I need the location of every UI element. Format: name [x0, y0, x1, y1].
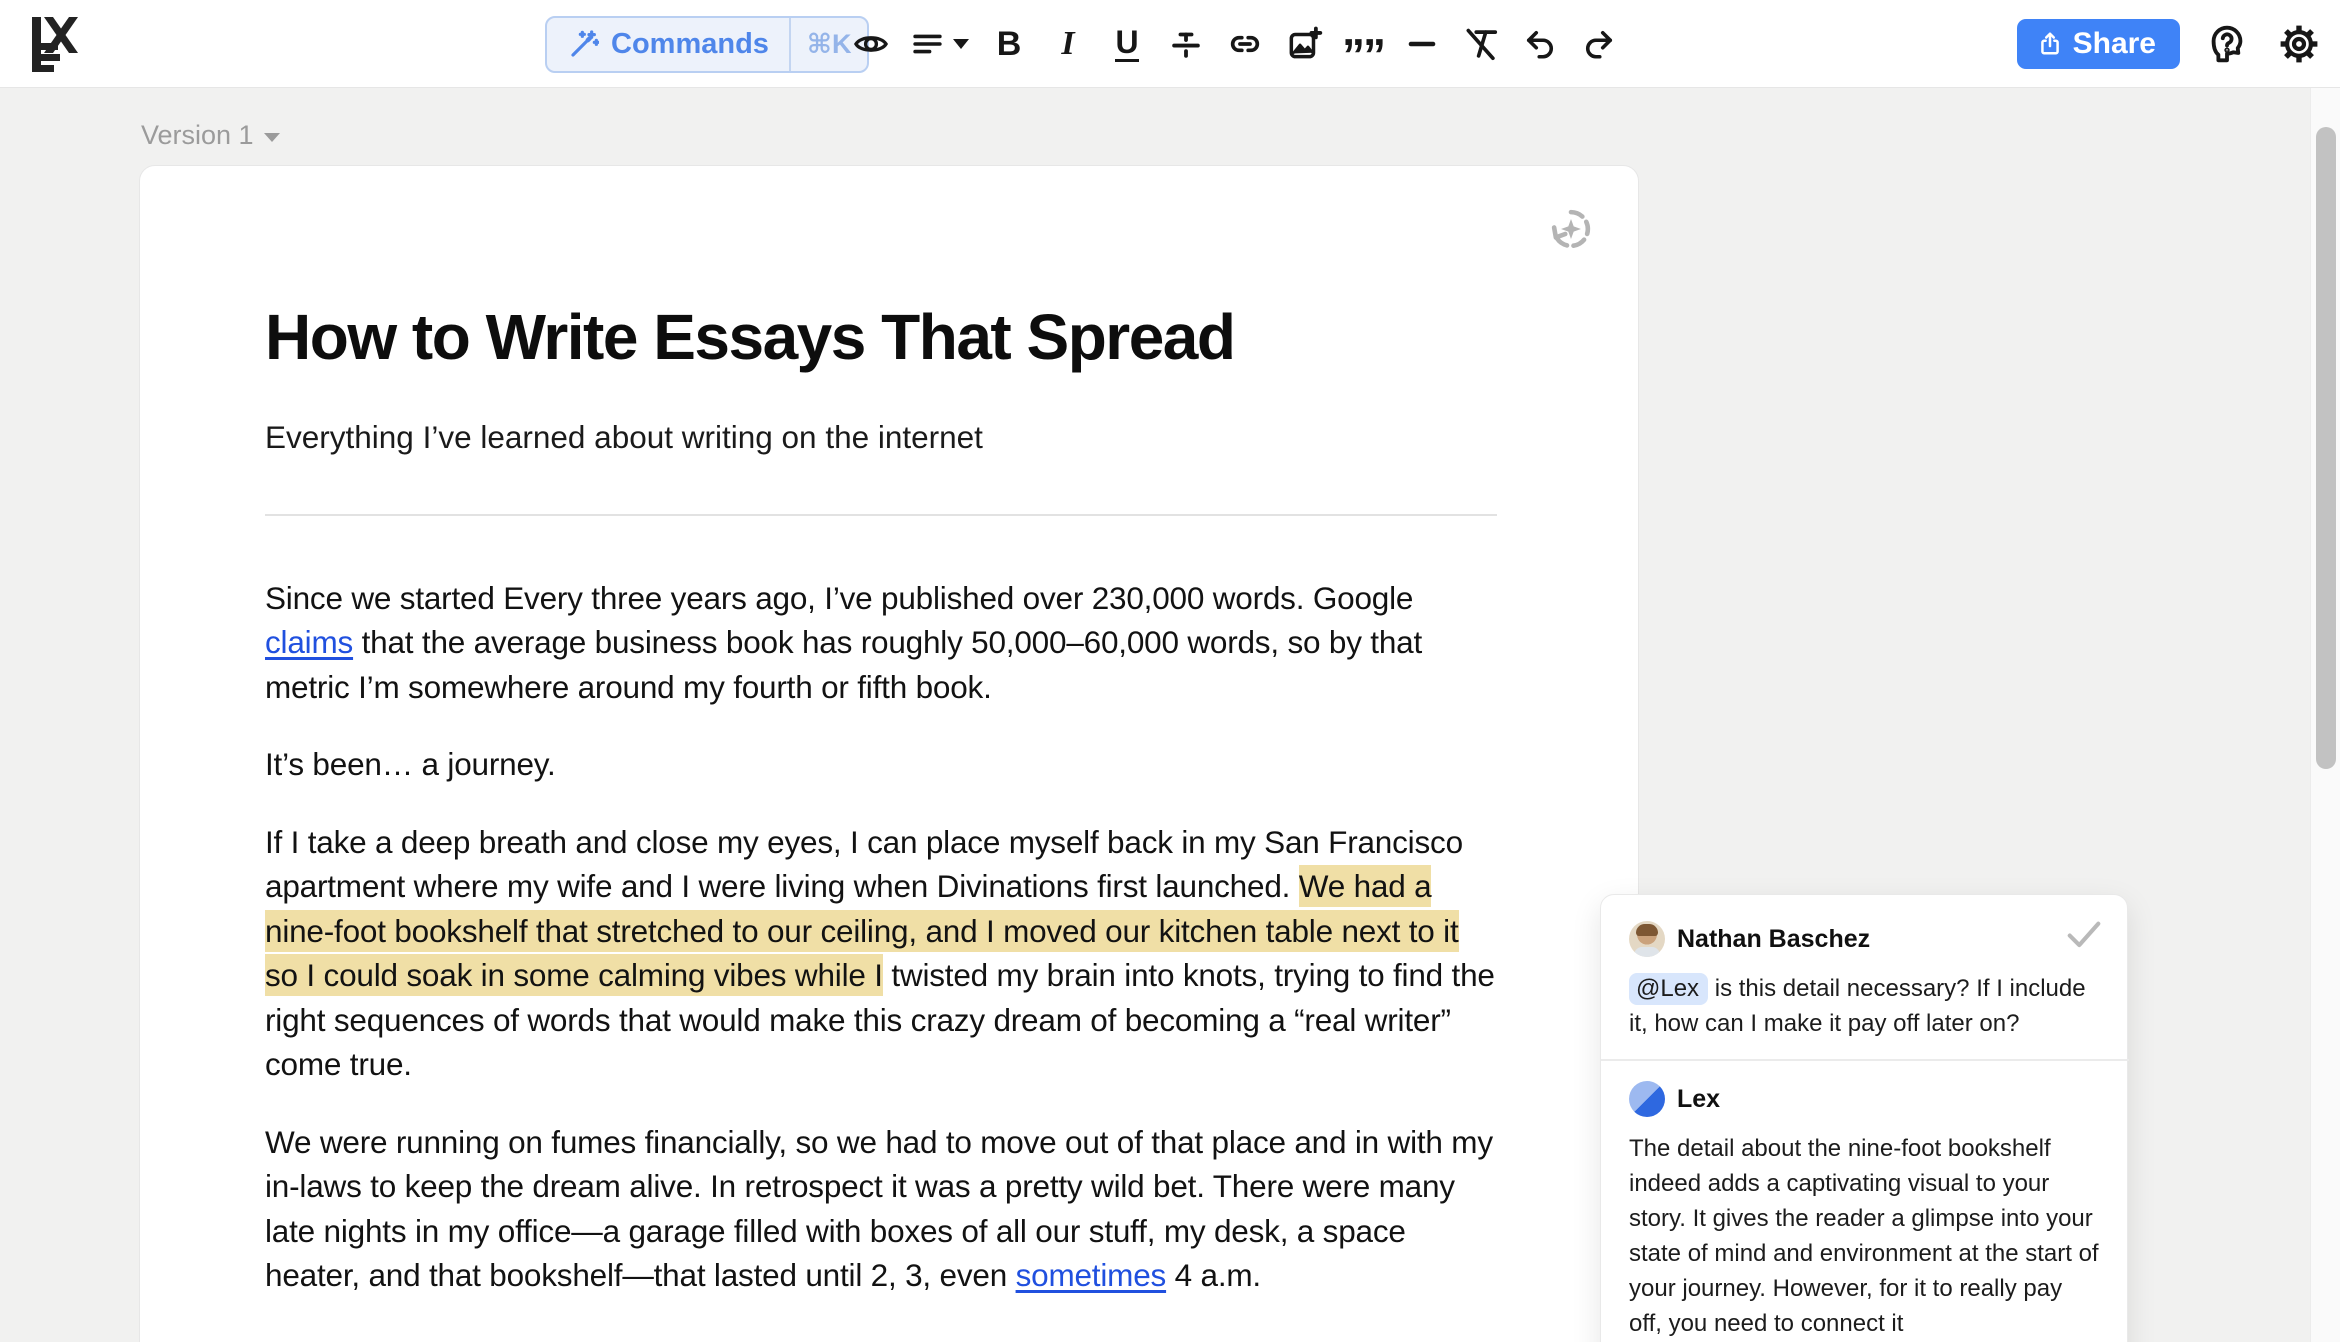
scrollbar-track[interactable]	[2310, 88, 2340, 1342]
blockquote-button[interactable]: ””	[1344, 22, 1382, 66]
scrollbar-thumb[interactable]	[2316, 127, 2336, 769]
chevron-down-icon	[264, 133, 280, 142]
focus-eye-button[interactable]	[852, 22, 890, 66]
bold-button[interactable]: B	[990, 22, 1028, 66]
paragraph: If I take a deep breath and close my eye…	[265, 820, 1497, 1087]
document-card: How to Write Essays That Spread Everythi…	[139, 165, 1639, 1342]
sometimes-link[interactable]: sometimes	[1016, 1257, 1167, 1293]
document-editor[interactable]: How to Write Essays That Spread Everythi…	[140, 166, 1638, 1298]
resolve-check-button[interactable]	[2065, 917, 2103, 951]
redo-button[interactable]	[1580, 22, 1618, 66]
underline-glyph: U	[1115, 26, 1138, 63]
horizontal-rule-button[interactable]	[1403, 22, 1441, 66]
paragraph: Since we started Every three years ago, …	[265, 576, 1497, 710]
comment-author-name: Lex	[1677, 1085, 1720, 1114]
header-right-cluster: Share	[2017, 0, 2324, 88]
section-divider	[265, 514, 1497, 516]
settings-gear-icon	[2276, 21, 2322, 67]
share-button[interactable]: Share	[2017, 19, 2180, 69]
undo-button[interactable]	[1521, 22, 1559, 66]
insert-image-button[interactable]	[1285, 22, 1323, 66]
strikethrough-icon	[1167, 25, 1205, 63]
image-plus-icon	[1285, 24, 1323, 64]
paragraph-text: If I take a deep breath and close my eye…	[265, 824, 1463, 905]
help-head-icon	[2204, 21, 2250, 67]
insert-link-button[interactable]	[1226, 22, 1264, 66]
share-export-icon	[2037, 30, 2063, 58]
document-body: Since we started Every three years ago, …	[265, 576, 1497, 1298]
comment-author-name: Nathan Baschez	[1677, 925, 1870, 954]
bold-glyph: B	[997, 25, 1022, 64]
version-label: Version 1	[141, 120, 254, 151]
settings-button[interactable]	[2274, 19, 2324, 69]
chevron-down-icon	[953, 39, 969, 49]
align-left-icon	[911, 27, 944, 61]
lex-mention-pill: @Lex	[1629, 973, 1708, 1005]
text-align-button[interactable]	[911, 22, 969, 66]
strikethrough-button[interactable]	[1167, 22, 1205, 66]
document-subtitle: Everything I’ve learned about writing on…	[265, 419, 1493, 456]
undo-icon	[1522, 26, 1558, 62]
paragraph-text: We were running on fumes financially, so…	[265, 1124, 1493, 1294]
paragraph-text: Since we started Every three years ago, …	[265, 580, 1413, 616]
ai-rewrite-button[interactable]	[1548, 206, 1594, 252]
comment-thread-card: Nathan Baschez @Lex is this detail neces…	[1600, 894, 2128, 1342]
clear-formatting-button[interactable]	[1462, 22, 1500, 66]
top-toolbar: Commands ⌘K B I U	[0, 0, 2340, 88]
paragraph-text: It’s been… a journey.	[265, 746, 556, 782]
paragraph: We were running on fumes financially, so…	[265, 1120, 1497, 1298]
paragraph-text: 4 a.m.	[1166, 1257, 1261, 1293]
italic-glyph: I	[1061, 25, 1074, 63]
claims-link[interactable]: claims	[265, 624, 353, 660]
lex-avatar	[1629, 1081, 1665, 1117]
magic-wand-icon	[567, 29, 599, 61]
commands-button[interactable]: Commands ⌘K	[545, 16, 869, 73]
underline-button[interactable]: U	[1108, 22, 1146, 66]
comment-body: The detail about the nine-foot bookshelf…	[1629, 1131, 2099, 1341]
comment-nathan: Nathan Baschez @Lex is this detail neces…	[1601, 895, 2127, 1061]
paragraph-text: that the average business book has rough…	[265, 624, 1422, 705]
version-dropdown[interactable]: Version 1	[141, 120, 280, 151]
clear-formatting-icon	[1462, 24, 1500, 64]
comment-body: @Lex is this detail necessary? If I incl…	[1629, 971, 2099, 1041]
quote-glyph: ””	[1342, 28, 1384, 60]
commands-button-label: Commands	[611, 28, 769, 61]
help-button[interactable]	[2202, 19, 2252, 69]
italic-button[interactable]: I	[1049, 22, 1087, 66]
share-button-label: Share	[2073, 27, 2156, 61]
formatting-toolbar: B I U	[852, 0, 1618, 88]
horizontal-rule-icon	[1403, 25, 1441, 63]
comment-lex-reply: Lex The detail about the nine-foot books…	[1601, 1061, 2127, 1341]
eye-icon	[852, 24, 890, 64]
paragraph: It’s been… a journey.	[265, 742, 1497, 787]
nathan-avatar	[1629, 921, 1665, 957]
document-title: How to Write Essays That Spread	[265, 301, 1493, 375]
lex-logo-icon[interactable]	[28, 13, 84, 73]
redo-icon	[1581, 26, 1617, 62]
link-icon	[1226, 24, 1264, 64]
